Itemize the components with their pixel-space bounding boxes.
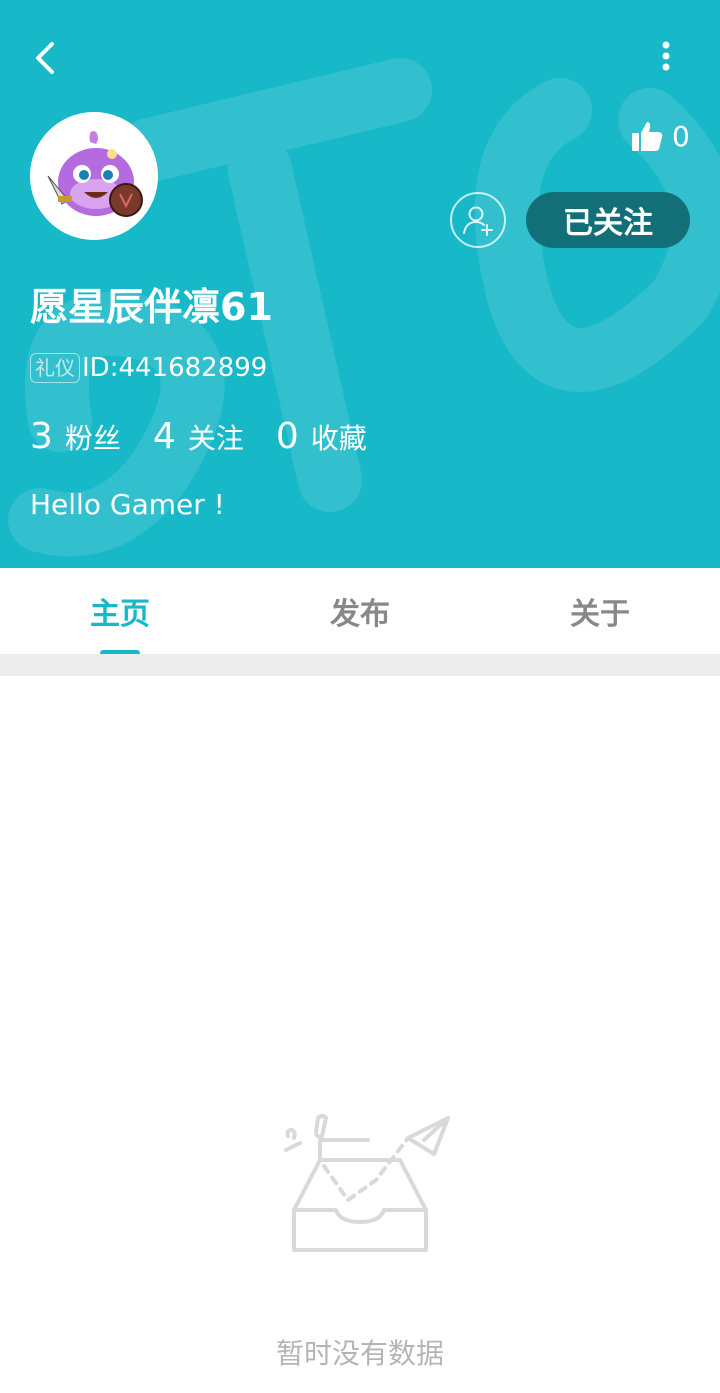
followed-button[interactable]: 已关注 — [526, 192, 690, 248]
user-id-row: 礼仪 ID:441682899 — [30, 350, 267, 386]
favorites-label: 收藏 — [310, 422, 367, 455]
stat-favorites[interactable]: 0 收藏 — [276, 416, 367, 457]
favorites-count: 0 — [275, 416, 299, 457]
avatar[interactable] — [30, 112, 158, 240]
following-count: 4 — [152, 416, 176, 457]
back-button[interactable] — [22, 34, 70, 82]
add-user-icon — [463, 206, 493, 236]
bio: Hello Gamer ! — [30, 488, 225, 521]
empty-state: 暂时没有数据 — [0, 676, 720, 1393]
fans-count: 3 — [30, 416, 53, 457]
username: 愿星辰伴凛61 — [30, 285, 273, 329]
empty-inbox-icon — [284, 1114, 450, 1252]
like-count: 0 — [672, 119, 690, 153]
thumbs-up-icon — [632, 122, 663, 151]
tab-about[interactable]: 关于 — [480, 568, 720, 654]
chevron-left-icon — [36, 42, 54, 74]
user-id: ID:441682899 — [82, 353, 268, 383]
stats-row: 3 粉丝 4 关注 0 收藏 — [30, 416, 399, 457]
avatar-image — [30, 112, 158, 240]
stat-following[interactable]: 4 关注 — [153, 416, 244, 457]
more-options-button[interactable] — [646, 34, 686, 82]
vertical-dots-icon — [662, 41, 670, 71]
stat-fans[interactable]: 3 粉丝 — [30, 416, 121, 457]
add-friend-button[interactable] — [450, 192, 506, 248]
following-label: 关注 — [187, 422, 244, 455]
section-divider — [0, 654, 720, 676]
tab-home[interactable]: 主页 — [0, 568, 240, 654]
tab-bar: 主页 发布 关于 — [0, 568, 720, 654]
tab-posts[interactable]: 发布 — [240, 568, 480, 654]
etiquette-badge: 礼仪 — [30, 353, 80, 383]
profile-header: 0 已关注 愿星辰伴凛61 礼仪 ID:441682899 3 粉丝 4 关注 … — [0, 0, 720, 568]
like-button[interactable]: 0 — [630, 116, 690, 156]
fans-label: 粉丝 — [64, 422, 121, 455]
empty-message: 暂时没有数据 — [275, 1337, 444, 1370]
